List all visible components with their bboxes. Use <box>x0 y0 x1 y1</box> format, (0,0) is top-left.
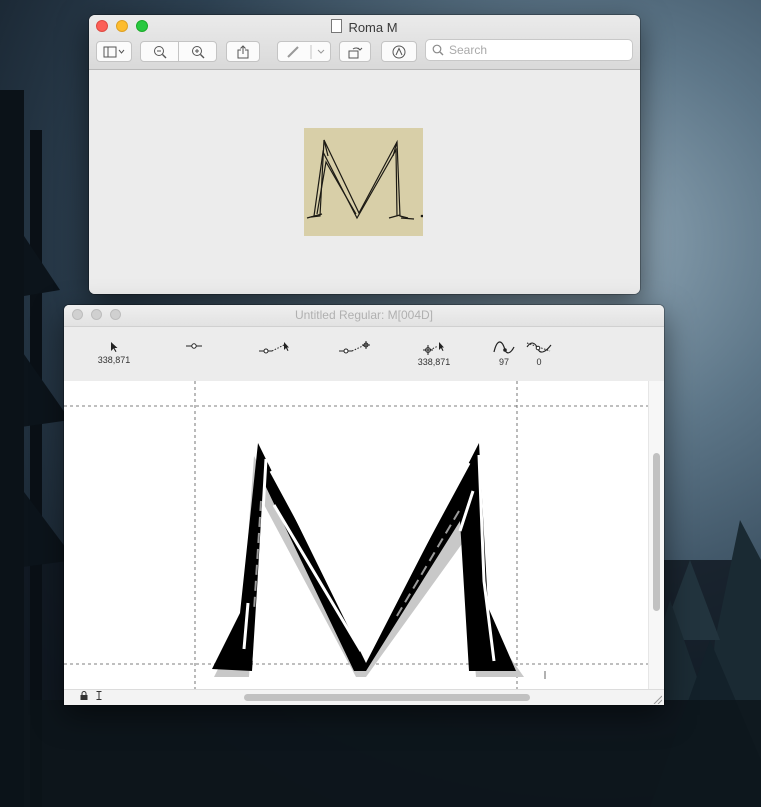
vertical-scrollbar[interactable] <box>648 381 664 690</box>
tool-node-pointer-value: 338,871 <box>417 357 451 367</box>
point-icon <box>186 343 202 349</box>
letter-m-drawing <box>306 139 424 220</box>
curve-tangent-icon <box>526 342 552 353</box>
editor-title: Untitled Regular: M[004D] <box>294 308 434 322</box>
preview-titlebar[interactable]: Roma M Search <box>89 15 640 70</box>
curve-icon <box>493 341 515 354</box>
annotate-button[interactable] <box>381 41 417 62</box>
search-field[interactable]: Search <box>425 39 633 61</box>
zoom-in-icon <box>191 45 204 58</box>
tool-point-value <box>179 353 209 364</box>
sidebar-button[interactable] <box>96 41 132 62</box>
document-icon <box>331 19 343 33</box>
preview-content <box>89 70 640 294</box>
point-add-icon <box>339 341 370 354</box>
zoom-out-icon <box>153 45 166 58</box>
search-placeholder: Search <box>449 43 488 57</box>
annotate-icon <box>392 45 406 58</box>
tool-pointer[interactable]: 338,871 <box>92 327 136 366</box>
vertical-scroll-thumb[interactable] <box>653 453 660 611</box>
share-button[interactable] <box>226 41 260 62</box>
lock-icon[interactable] <box>78 691 90 703</box>
tool-curve-tangent[interactable]: 0 <box>526 327 552 368</box>
editor-toolbar: 338,871 338,871 97 0 <box>64 327 664 382</box>
zoom-out-button[interactable] <box>140 41 179 62</box>
sidebar-icon <box>103 46 125 57</box>
horizontal-scroll-thumb[interactable] <box>244 694 530 701</box>
tool-point-add[interactable] <box>334 327 376 368</box>
markup-icon <box>287 44 325 59</box>
resize-handle-icon[interactable] <box>652 694 662 704</box>
glyph-m-outline <box>64 381 649 690</box>
preview-window: Roma M Search <box>89 15 640 294</box>
tool-point-pointer[interactable] <box>254 327 294 368</box>
glyph-canvas[interactable] <box>64 381 649 690</box>
tool-curve-tangent-value: 0 <box>536 357 542 367</box>
tool-point-add-value <box>334 357 376 368</box>
tool-curve-value: 97 <box>498 357 509 367</box>
tool-point[interactable] <box>179 327 209 364</box>
cursor-icon[interactable] <box>93 691 105 703</box>
window-title: Roma M <box>89 19 640 35</box>
glyph-editor-window: Untitled Regular: M[004D] 338,871 338,87… <box>64 305 664 705</box>
letter-m-image[interactable] <box>304 128 424 236</box>
tool-curve[interactable]: 97 <box>492 327 516 368</box>
rotate-icon <box>348 47 363 58</box>
editor-titlebar[interactable]: Untitled Regular: M[004D] <box>64 305 664 327</box>
node-pointer-icon <box>423 342 444 355</box>
search-icon <box>432 44 444 56</box>
window-title-text: Roma M <box>348 20 398 35</box>
tool-point-pointer-value <box>254 357 294 368</box>
zoom-in-button[interactable] <box>178 41 217 62</box>
point-pointer-icon <box>259 342 289 354</box>
tool-pointer-value: 338,871 <box>97 355 131 365</box>
rotate-button[interactable] <box>339 41 371 62</box>
markup-button[interactable] <box>277 41 331 62</box>
editor-statusbar <box>64 689 664 705</box>
tool-node-pointer[interactable]: 338,871 <box>414 327 454 368</box>
share-icon <box>237 44 249 58</box>
pointer-icon <box>111 342 118 352</box>
